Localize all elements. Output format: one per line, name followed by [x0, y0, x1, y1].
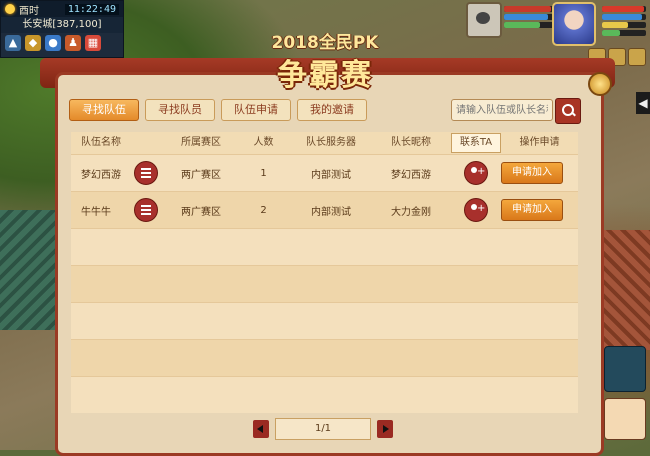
prev-page-icon[interactable]: [253, 420, 269, 438]
location-label[interactable]: 长安城[387,100]: [1, 17, 123, 33]
friends-button[interactable]: [604, 398, 646, 440]
buff-icon-3[interactable]: [628, 48, 646, 66]
search-input[interactable]: [451, 99, 553, 121]
tab-my-invites[interactable]: 我的邀请: [297, 99, 367, 121]
calendar-icon[interactable]: ▦: [85, 35, 101, 51]
tab-team-applications[interactable]: 队伍申请: [221, 99, 291, 121]
leader-name: 梦幻西游: [391, 169, 431, 181]
pagination: 1/1: [253, 418, 393, 440]
player-mp-bar: [602, 14, 646, 20]
character-icon[interactable]: ♟: [65, 35, 81, 51]
header-server: 队长服务器: [306, 137, 356, 148]
apply-join-button[interactable]: 申请加入: [501, 162, 563, 184]
tab-bar: 寻找队伍 寻找队员 队伍申请 我的邀请: [69, 99, 367, 121]
pet-exp-bar: [504, 22, 556, 28]
team-count: 1: [260, 167, 267, 179]
header-team-name: 队伍名称: [81, 137, 121, 148]
leader-server: 内部测试: [311, 206, 351, 218]
search-icon[interactable]: [555, 98, 581, 124]
close-icon[interactable]: [588, 72, 612, 96]
player-sp-bar: [602, 22, 646, 28]
player-exp-bar: [602, 30, 646, 36]
team-name: 牛牛牛: [81, 206, 111, 218]
pet-mp-bar: [504, 14, 556, 20]
collapse-arrow-icon[interactable]: ◀: [636, 92, 650, 114]
header-count: 人数: [253, 137, 274, 148]
empty-row: [71, 302, 578, 339]
team-button[interactable]: [604, 346, 646, 392]
leader-server: 内部测试: [311, 169, 351, 181]
table-header: 队伍名称 所属赛区 人数 队长服务器 队长昵称 联系TA 操作申请: [71, 132, 578, 154]
team-region: 两广赛区: [181, 169, 221, 181]
status-hud: 酉时 11:22:49 长安城[387,100] ▲ ◆ ● ♟ ▦: [0, 0, 124, 58]
party-status: [466, 2, 646, 66]
table-row: 梦幻西游 两广赛区 1 内部测试 梦幻西游 申请加入: [71, 154, 578, 191]
header-leader: 队长昵称: [391, 137, 431, 148]
header-action: 操作申请: [519, 137, 560, 148]
empty-row: [71, 339, 578, 376]
page-indicator: 1/1: [275, 418, 371, 440]
tab-find-member[interactable]: 寻找队员: [145, 99, 215, 121]
sun-icon: [5, 4, 15, 14]
game-clock: 11:22:49: [64, 3, 119, 15]
team-name: 梦幻西游: [81, 169, 121, 181]
roof-tiles-left: [0, 210, 60, 330]
team-count: 2: [260, 204, 267, 216]
leader-name: 大力金刚: [391, 206, 431, 218]
empty-row: [71, 376, 578, 413]
empty-row: [71, 228, 578, 265]
header-region: 所属赛区: [181, 137, 221, 148]
team-table: 队伍名称 所属赛区 人数 队长服务器 队长昵称 联系TA 操作申请 梦幻西游 两…: [71, 132, 578, 413]
add-friend-icon[interactable]: [464, 161, 488, 185]
team-region: 两广赛区: [181, 206, 221, 218]
next-page-icon[interactable]: [377, 420, 393, 438]
time-period: 酉时: [19, 5, 39, 17]
event-title: 争霸赛: [277, 58, 373, 93]
player-hp-bar: [602, 6, 646, 12]
header-contact: 联系TA: [451, 133, 501, 153]
member-list-icon[interactable]: [134, 198, 158, 222]
member-list-icon[interactable]: [134, 161, 158, 185]
event-banner: 2018全民PK 争霸赛: [170, 28, 480, 93]
apply-join-button[interactable]: 申请加入: [501, 199, 563, 221]
pet-hp-bar: [504, 6, 556, 12]
map-icon[interactable]: ▲: [5, 35, 21, 51]
treasure-icon[interactable]: ◆: [25, 35, 41, 51]
add-friend-icon[interactable]: [464, 198, 488, 222]
player-portrait[interactable]: [552, 2, 596, 46]
table-row: 牛牛牛 两广赛区 2 内部测试 大力金刚 申请加入: [71, 191, 578, 228]
world-icon[interactable]: ●: [45, 35, 61, 51]
tab-find-team[interactable]: 寻找队伍: [69, 99, 139, 121]
empty-row: [71, 265, 578, 302]
